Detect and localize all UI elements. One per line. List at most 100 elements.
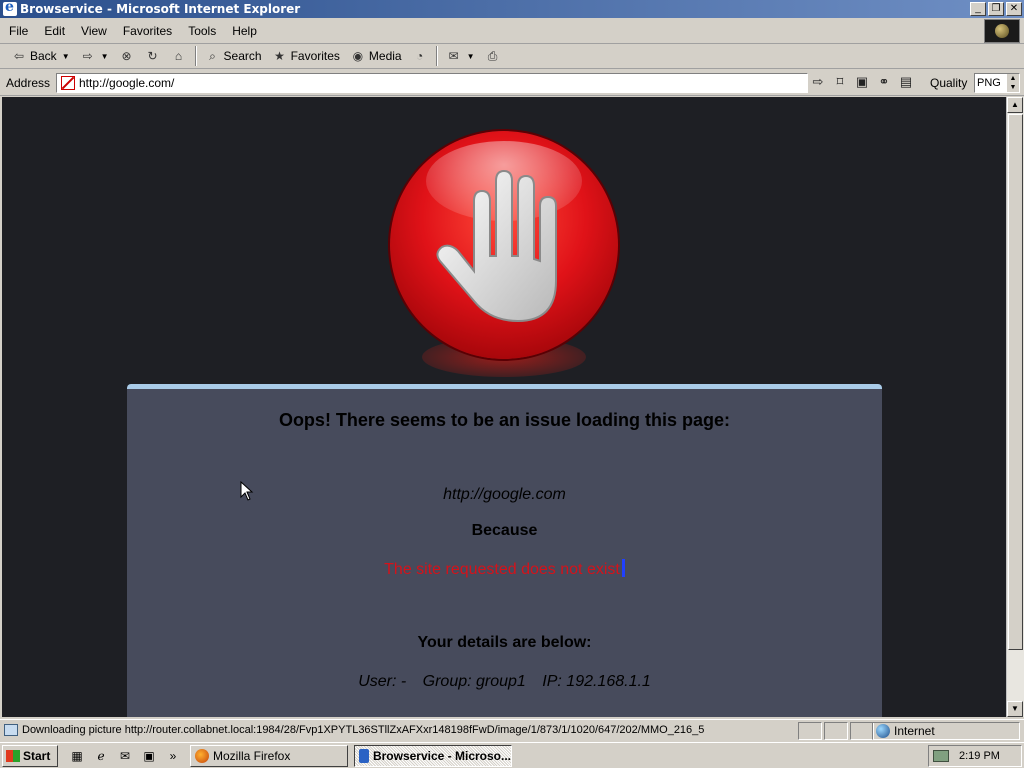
mail-dropdown-icon[interactable]: ▼ xyxy=(467,52,475,61)
menu-bar: File Edit View Favorites Tools Help xyxy=(0,18,1024,44)
explorer-icon[interactable]: ▣ xyxy=(140,747,158,765)
search-button[interactable]: ⌕ Search xyxy=(200,45,267,67)
print-button[interactable]: ⎙ xyxy=(480,45,506,67)
security-zone: Internet xyxy=(872,722,1020,740)
ip-value: IP: 192.168.1.1 xyxy=(542,673,651,690)
throbber-icon xyxy=(984,19,1020,43)
close-button[interactable]: ✕ xyxy=(1006,2,1022,16)
stop-icon: ⊗ xyxy=(121,49,132,63)
refresh-button[interactable]: ↻ xyxy=(140,45,166,67)
details-heading: Your details are below: xyxy=(417,634,592,651)
task-browservice[interactable]: Browservice - Microso... xyxy=(354,745,512,767)
zone-label: Internet xyxy=(894,724,935,738)
forward-dropdown-icon[interactable]: ▼ xyxy=(101,52,109,61)
user-value: User: - xyxy=(358,673,407,690)
go-arrow-icon[interactable]: ⇨ xyxy=(810,73,826,91)
status-pane xyxy=(824,722,848,740)
favorites-label: Favorites xyxy=(290,49,340,63)
restore-button[interactable]: ❐ xyxy=(988,2,1004,16)
task-firefox-label: Mozilla Firefox xyxy=(213,749,291,763)
menu-edit[interactable]: Edit xyxy=(36,24,73,38)
status-text: Downloading picture http://router.collab… xyxy=(22,724,705,736)
clock[interactable]: 2:19 PM xyxy=(959,750,1000,762)
quality-value: PNG xyxy=(977,77,1001,89)
forward-button[interactable]: ⇨ ▼ xyxy=(75,45,114,67)
user-details: User: - Group: group1 IP: 192.168.1.1 xyxy=(127,673,882,691)
print-icon: ⎙ xyxy=(487,49,498,63)
ie-quicklaunch-icon[interactable]: ℯ xyxy=(92,747,110,765)
status-pane xyxy=(798,722,822,740)
window-controls: _ ❐ ✕ xyxy=(970,2,1022,16)
scroll-up-icon[interactable]: ▲ xyxy=(1007,97,1023,113)
mail-button[interactable]: ✉ ▼ xyxy=(441,45,480,67)
standard-toolbar: ⇦ Back ▼ ⇨ ▼ ⊗ ↻ ⌂ ⌕ Search ★ Favorites … xyxy=(0,44,1024,69)
clipboard-icon[interactable]: ▤ xyxy=(898,73,914,91)
taskbar: Start ▦ ℯ ✉ ▣ » Mozilla Firefox Browserv… xyxy=(0,742,1024,768)
windows-flag-icon xyxy=(6,750,20,762)
history-icon: ◔ xyxy=(415,49,424,63)
scroll-down-icon[interactable]: ▼ xyxy=(1007,701,1023,717)
hand-icon xyxy=(436,169,557,323)
vertical-scrollbar[interactable]: ▲ ▼ xyxy=(1006,97,1024,717)
window-title: Browservice - Microsoft Internet Explore… xyxy=(20,2,301,16)
history-button[interactable]: ◔ xyxy=(407,45,433,67)
stop-button[interactable]: ⊗ xyxy=(114,45,140,67)
refresh-icon: ↻ xyxy=(147,49,158,63)
error-reason: The site requested does not exist xyxy=(127,559,882,579)
task-browservice-label: Browservice - Microso... xyxy=(372,749,511,763)
minimize-button[interactable]: _ xyxy=(970,2,986,16)
group-value: Group: group1 xyxy=(422,673,526,690)
find-binoculars-icon[interactable]: ⚭ xyxy=(876,73,892,91)
menu-help[interactable]: Help xyxy=(224,24,265,38)
page-viewport: Oops! There seems to be an issue loading… xyxy=(2,97,1006,717)
menu-file[interactable]: File xyxy=(0,24,36,38)
media-label: Media xyxy=(368,49,402,63)
bookmark-icon[interactable]: ⌑ xyxy=(832,73,848,91)
back-button[interactable]: ⇦ Back ▼ xyxy=(6,45,75,67)
text-caret xyxy=(621,559,625,577)
quality-spinner-icon[interactable]: ▲ ▼ xyxy=(1007,74,1019,92)
menu-favorites[interactable]: Favorites xyxy=(115,24,180,38)
address-tools: ⇨ ⌑ ▣ ⚭ ▤ xyxy=(810,73,914,91)
status-message: Downloading picture http://router.collab… xyxy=(4,724,794,736)
home-button[interactable]: ⌂ xyxy=(166,45,192,67)
search-label: Search xyxy=(223,49,262,63)
address-bar: Address http://google.com/ ⇨ ⌑ ▣ ⚭ ▤ Qua… xyxy=(0,70,1024,96)
menu-tools[interactable]: Tools xyxy=(180,24,224,38)
ie-icon[interactable] xyxy=(3,0,17,16)
favorites-button[interactable]: ★ Favorites xyxy=(267,45,345,67)
show-desktop-icon[interactable]: ▦ xyxy=(68,747,86,765)
start-button[interactable]: Start xyxy=(2,745,58,767)
quality-select[interactable]: PNG ▲ ▼ xyxy=(974,73,1020,93)
error-panel: Oops! There seems to be an issue loading… xyxy=(127,384,882,717)
network-icon[interactable] xyxy=(933,750,949,762)
home-icon: ⌂ xyxy=(174,49,183,63)
task-firefox[interactable]: Mozilla Firefox xyxy=(190,745,348,767)
broken-page-icon xyxy=(61,76,75,90)
quality-label: Quality xyxy=(930,76,968,90)
forward-arrow-icon: ⇨ xyxy=(82,49,93,63)
address-input[interactable]: http://google.com/ xyxy=(56,73,808,93)
address-label: Address xyxy=(6,75,51,90)
status-bar: Downloading picture http://router.collab… xyxy=(0,719,1024,741)
quick-launch: ▦ ℯ ✉ ▣ » xyxy=(68,747,182,765)
start-label: Start xyxy=(23,749,51,763)
media-button[interactable]: ◉ Media xyxy=(345,45,407,67)
back-dropdown-icon[interactable]: ▼ xyxy=(62,52,70,61)
firefox-icon xyxy=(195,749,209,763)
menu-view[interactable]: View xyxy=(73,24,115,38)
stop-hand-icon xyxy=(390,131,618,359)
status-pane xyxy=(850,722,874,740)
scroll-thumb[interactable] xyxy=(1008,114,1023,650)
back-label: Back xyxy=(30,49,57,63)
error-heading: Oops! There seems to be an issue loading… xyxy=(278,410,731,430)
system-tray: 2:19 PM xyxy=(928,745,1022,767)
address-url[interactable]: http://google.com/ xyxy=(79,76,174,90)
outlook-icon[interactable]: ✉ xyxy=(116,747,134,765)
mail-icon: ✉ xyxy=(448,49,459,63)
back-arrow-icon: ⇦ xyxy=(13,49,25,63)
quicklaunch-overflow-icon[interactable]: » xyxy=(164,747,182,765)
save-icon[interactable]: ▣ xyxy=(854,73,870,91)
toolbar-separator xyxy=(435,46,438,66)
because-label: Because xyxy=(471,522,538,539)
